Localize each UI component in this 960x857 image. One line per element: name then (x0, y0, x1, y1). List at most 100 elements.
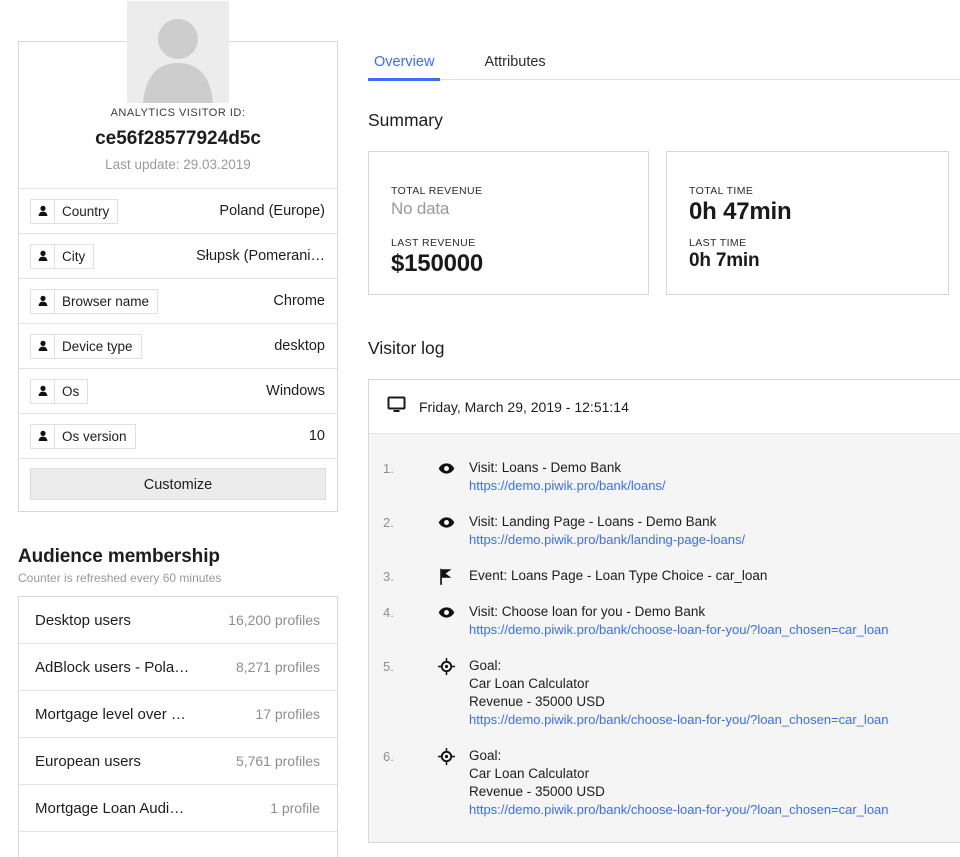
person-icon (31, 290, 55, 313)
person-icon (31, 335, 55, 358)
entry-url[interactable]: https://demo.piwik.pro/bank/choose-loan-… (469, 622, 889, 637)
list-item[interactable]: 3. Event: Loans Page - Loan Type Choice … (369, 558, 960, 594)
entry-line: Visit: Loans - Demo Bank (469, 460, 621, 475)
visitor-profile-page: ANALYTICS VISITOR ID: ce56f28577924d5c L… (0, 0, 960, 857)
entry-body: Visit: Landing Page - Loans - Demo Bank … (469, 513, 960, 549)
list-item[interactable]: 4. Visit: Choose loan for you - Demo Ban… (369, 594, 960, 648)
person-icon (31, 425, 55, 448)
entry-line: Event: Loans Page - Loan Type Choice - c… (469, 568, 767, 583)
audience-count: 17 profiles (255, 706, 320, 722)
entry-number: 4. (383, 603, 423, 620)
entry-body: Visit: Choose loan for you - Demo Bank h… (469, 603, 960, 639)
attribute-chip-os[interactable]: Os (30, 379, 88, 404)
summary-title: Summary (368, 110, 960, 131)
right-column: Overview Attributes Summary TOTAL REVENU… (368, 0, 960, 843)
attribute-row-os[interactable]: Os Windows (19, 368, 337, 413)
audience-membership-title: Audience membership (18, 546, 338, 568)
attribute-chip-city[interactable]: City (30, 244, 94, 269)
attribute-label: Os (55, 380, 87, 403)
attribute-chip-os-version[interactable]: Os version (30, 424, 136, 449)
eye-icon (423, 459, 469, 477)
attribute-value: Słupsk (Pomerani… (196, 248, 325, 264)
entry-number: 1. (383, 459, 423, 476)
attribute-row-browser-name[interactable]: Browser name Chrome (19, 278, 337, 323)
visitor-log-session-date: Friday, March 29, 2019 - 12:51:14 (419, 399, 629, 415)
attribute-label: City (55, 245, 93, 268)
person-icon (31, 380, 55, 403)
attribute-value: Poland (Europe) (219, 203, 325, 219)
entry-line: Car Loan Calculator (469, 766, 589, 781)
total-time-label: TOTAL TIME (689, 185, 948, 197)
audience-count: 16,200 profiles (228, 612, 320, 628)
visitor-id-label: ANALYTICS VISITOR ID: (29, 107, 327, 119)
entry-url[interactable]: https://demo.piwik.pro/bank/loans/ (469, 478, 666, 493)
customize-row: Customize (19, 458, 337, 511)
list-item[interactable]: European users 5,761 profiles (19, 738, 337, 785)
last-time-value: 0h 7min (689, 250, 948, 272)
eye-icon (423, 513, 469, 531)
attribute-label: Country (55, 200, 117, 223)
list-item[interactable]: Mortgage Loan Audi… 1 profile (19, 785, 337, 832)
last-time-label: LAST TIME (689, 237, 948, 249)
attribute-value: desktop (274, 338, 325, 354)
entry-line: Visit: Choose loan for you - Demo Bank (469, 604, 705, 619)
audience-name: Desktop users (35, 612, 131, 629)
attribute-chip-browser-name[interactable]: Browser name (30, 289, 158, 314)
summary-card-revenue: TOTAL REVENUE No data LAST REVENUE $1500… (368, 151, 649, 295)
audience-name: AdBlock users - Pola… (35, 659, 189, 676)
list-item[interactable]: 2. Visit: Landing Page - Loans - Demo Ba… (369, 504, 960, 558)
list-item[interactable]: 1. Visit: Loans - Demo Bank https://demo… (369, 450, 960, 504)
total-revenue-value: No data (391, 199, 648, 219)
left-column: ANALYTICS VISITOR ID: ce56f28577924d5c L… (18, 0, 338, 857)
tab-attributes[interactable]: Attributes (478, 54, 551, 79)
tab-overview[interactable]: Overview (368, 54, 440, 79)
audience-name: Mortgage level over … (35, 706, 186, 723)
summary-cards: TOTAL REVENUE No data LAST REVENUE $1500… (368, 151, 960, 295)
attribute-label: Os version (55, 425, 135, 448)
entry-line: Visit: Landing Page - Loans - Demo Bank (469, 514, 716, 529)
person-icon (31, 245, 55, 268)
flag-icon (423, 567, 469, 585)
attribute-value: Windows (266, 383, 325, 399)
last-revenue-value: $150000 (391, 250, 648, 278)
attribute-row-device-type[interactable]: Device type desktop (19, 323, 337, 368)
desktop-monitor-icon (387, 395, 406, 419)
entry-number: 5. (383, 657, 423, 674)
audience-count: 8,271 profiles (236, 659, 320, 675)
entry-url[interactable]: https://demo.piwik.pro/bank/landing-page… (469, 532, 745, 547)
attribute-row-city[interactable]: City Słupsk (Pomerani… (19, 233, 337, 278)
audience-name: European users (35, 753, 141, 770)
total-revenue-label: TOTAL REVENUE (391, 185, 648, 197)
attribute-row-os-version[interactable]: Os version 10 (19, 413, 337, 458)
list-item[interactable]: 6. Goal: Car Loan Calculato (369, 738, 960, 828)
audience-count: 5,761 profiles (236, 753, 320, 769)
visitor-log-entries: 1. Visit: Loans - Demo Bank https://demo… (369, 434, 960, 842)
entry-line: Car Loan Calculator (469, 676, 589, 691)
visitor-last-update: Last update: 29.03.2019 (29, 157, 327, 172)
entry-line: Goal: (469, 658, 501, 673)
visitor-profile-card: ANALYTICS VISITOR ID: ce56f28577924d5c L… (18, 41, 338, 512)
entry-number: 6. (383, 747, 423, 764)
total-time-value: 0h 47min (689, 198, 948, 226)
entry-body: Event: Loans Page - Loan Type Choice - c… (469, 567, 960, 585)
list-item[interactable]: AdBlock users - Pola… 8,271 profiles (19, 644, 337, 691)
attribute-chip-device-type[interactable]: Device type (30, 334, 142, 359)
entry-number: 2. (383, 513, 423, 530)
entry-url[interactable]: https://demo.piwik.pro/bank/choose-loan-… (469, 712, 889, 727)
target-icon (423, 747, 469, 765)
entry-body: Visit: Loans - Demo Bank https://demo.pi… (469, 459, 960, 495)
attribute-row-country[interactable]: Country Poland (Europe) (19, 188, 337, 233)
attribute-value: Chrome (273, 293, 325, 309)
list-item-partial[interactable] (19, 832, 337, 857)
entry-number: 3. (383, 567, 423, 584)
entry-url[interactable]: https://demo.piwik.pro/bank/choose-loan-… (469, 802, 889, 817)
attribute-chip-country[interactable]: Country (30, 199, 118, 224)
audience-name: Mortgage Loan Audi… (35, 800, 184, 817)
customize-button[interactable]: Customize (30, 468, 326, 500)
entry-line: Revenue - 35000 USD (469, 694, 605, 709)
list-item[interactable]: Mortgage level over … 17 profiles (19, 691, 337, 738)
list-item[interactable]: Desktop users 16,200 profiles (19, 597, 337, 644)
visitor-id-value: ce56f28577924d5c (29, 128, 327, 150)
list-item[interactable]: 5. Goal: Car Loan Calculato (369, 648, 960, 738)
entry-body: Goal: Car Loan Calculator Revenue - 3500… (469, 747, 960, 819)
